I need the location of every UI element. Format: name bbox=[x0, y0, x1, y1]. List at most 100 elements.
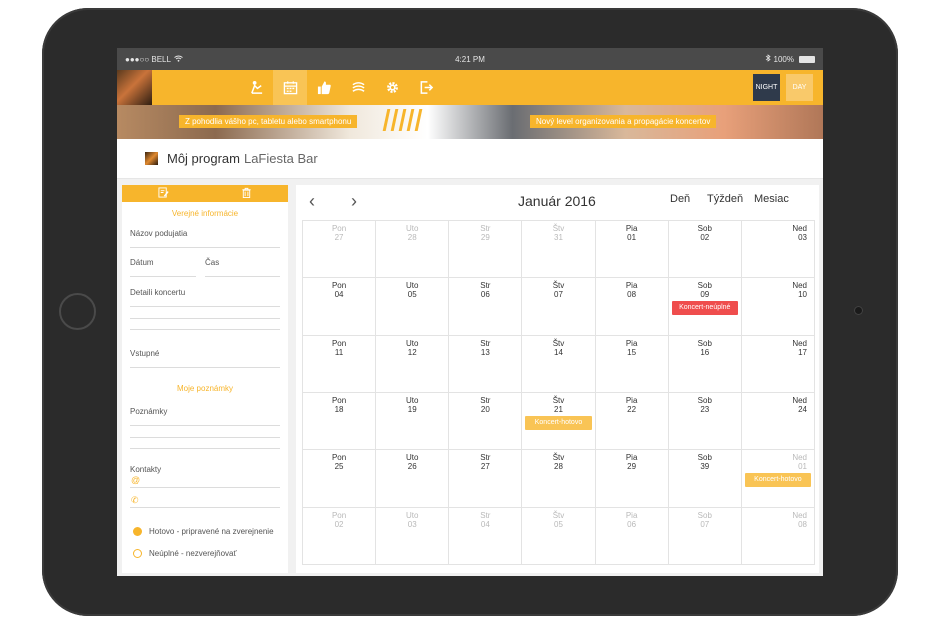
day-number: 05 bbox=[407, 290, 417, 300]
notes-label: Poznámky bbox=[130, 407, 168, 416]
calendar-day-cell[interactable]: Štv 31 bbox=[522, 221, 596, 279]
calendar-day-cell[interactable]: Pia 06 bbox=[595, 507, 669, 565]
calendar-day-cell[interactable]: Pon 02 bbox=[303, 507, 377, 565]
details-field[interactable] bbox=[130, 306, 280, 330]
rehearsal-icon[interactable] bbox=[239, 70, 273, 105]
calendar-day-cell[interactable]: Ned 24 bbox=[741, 392, 815, 451]
day-name: Sob bbox=[697, 281, 712, 291]
logout-icon[interactable] bbox=[409, 70, 443, 105]
venue-logo[interactable] bbox=[117, 70, 152, 105]
next-month-button[interactable]: › bbox=[351, 191, 357, 212]
calendar-day-cell[interactable]: Sob 09 Koncert-neúplné bbox=[668, 278, 742, 336]
day-name: Uto bbox=[405, 224, 419, 233]
calendar-day-cell[interactable]: Str 20 bbox=[449, 392, 523, 451]
calendar-event[interactable]: Koncert-neúplné bbox=[671, 301, 738, 316]
calendar-event[interactable]: Koncert-hotovo bbox=[525, 415, 592, 430]
day-number: 22 bbox=[627, 404, 637, 414]
day-name: Pon bbox=[331, 395, 347, 405]
calendar-day-cell[interactable]: Sob 07 bbox=[668, 507, 742, 565]
calendar-day-cell[interactable]: Sob 39 bbox=[668, 450, 742, 508]
calendar-day-cell[interactable]: Uto 12 bbox=[376, 335, 450, 393]
gear-icon[interactable] bbox=[375, 70, 409, 105]
calendar-day-cell[interactable]: Uto 03 bbox=[376, 507, 450, 565]
calendar-day-cell[interactable]: Pon 18 bbox=[303, 392, 377, 451]
calendar-day-cell[interactable]: Ned 17 bbox=[741, 335, 815, 393]
calendar-day-cell[interactable]: Pon 04 bbox=[303, 278, 377, 336]
day-number: 29 bbox=[627, 462, 637, 472]
calendar-day-cell[interactable]: Štv 14 bbox=[522, 335, 596, 393]
calendar-day-cell[interactable]: Štv 07 bbox=[522, 278, 596, 336]
home-button[interactable] bbox=[59, 293, 96, 330]
calendar-day-cell[interactable]: Pia 08 bbox=[595, 278, 669, 336]
night-mode-button[interactable]: NIGHT bbox=[753, 74, 780, 101]
day-mode-button[interactable]: DAY bbox=[786, 74, 813, 101]
calendar-day-cell[interactable]: Pia 15 bbox=[595, 335, 669, 393]
status-bar: ●●●○○ BELL 4:21 PM 100% bbox=[117, 48, 823, 70]
calendar-day-cell[interactable]: Ned 10 bbox=[741, 278, 815, 336]
date-field[interactable] bbox=[130, 276, 196, 277]
day-name: Pia bbox=[625, 510, 638, 520]
calendar-day-cell[interactable]: Pia 22 bbox=[595, 392, 669, 451]
contacts-label: Kontakty bbox=[130, 465, 162, 474]
calendar-day-cell[interactable]: Str 13 bbox=[449, 335, 523, 393]
day-number: 27 bbox=[480, 462, 490, 472]
notes-field[interactable] bbox=[130, 425, 280, 449]
page-title: Môj program LaFiesta Bar bbox=[117, 139, 823, 179]
calendar-day-cell[interactable]: Str 27 bbox=[449, 450, 523, 508]
calendar-day-cell[interactable]: Str 29 bbox=[449, 221, 523, 279]
edit-icon[interactable] bbox=[158, 185, 169, 203]
calendar-day-cell[interactable]: Štv 21 Koncert-hotovo bbox=[522, 392, 596, 451]
calendar-day-cell[interactable]: Uto 19 bbox=[376, 392, 450, 451]
main-nav bbox=[239, 70, 443, 105]
calendar-day-cell[interactable]: Štv 28 bbox=[522, 450, 596, 508]
day-number: 06 bbox=[627, 519, 637, 529]
battery-label: 100% bbox=[773, 54, 794, 64]
calendar-day-cell[interactable]: Ned 08 bbox=[741, 507, 815, 565]
phone-field[interactable] bbox=[130, 507, 280, 508]
calendar-day-cell[interactable]: Pon 25 bbox=[303, 450, 377, 508]
day-name: Štv bbox=[552, 453, 565, 463]
day-name: Štv bbox=[552, 510, 565, 520]
day-number: 01 bbox=[627, 233, 637, 242]
thumbs-up-icon[interactable] bbox=[307, 70, 341, 105]
calendar-day-cell[interactable]: Pon 27 bbox=[303, 221, 377, 279]
banner-decoration bbox=[382, 109, 423, 131]
calendar-day-cell[interactable]: Pon 11 bbox=[303, 335, 377, 393]
day-name: Ned bbox=[792, 224, 807, 233]
calendar-day-cell[interactable]: Sob 02 bbox=[668, 221, 742, 279]
trash-icon[interactable] bbox=[241, 185, 252, 203]
day-number: 10 bbox=[798, 290, 807, 300]
calendar-day-cell[interactable]: Uto 26 bbox=[376, 450, 450, 508]
view-month-button[interactable]: Mesiac bbox=[754, 193, 789, 205]
entry-field[interactable] bbox=[130, 367, 280, 368]
money-icon[interactable] bbox=[341, 70, 375, 105]
day-number: 07 bbox=[554, 290, 563, 300]
calendar-day-cell[interactable]: Štv 05 bbox=[522, 507, 596, 565]
event-name-label: Názov podujatia bbox=[130, 229, 188, 238]
event-name-field[interactable] bbox=[130, 247, 280, 248]
time-field[interactable] bbox=[205, 276, 280, 277]
calendar-day-cell[interactable]: Uto 28 bbox=[376, 221, 450, 279]
calendar-day-cell[interactable]: Str 04 bbox=[449, 507, 523, 565]
calendar-day-cell[interactable]: Pia 29 bbox=[595, 450, 669, 508]
calendar-day-cell[interactable]: Str 06 bbox=[449, 278, 523, 336]
calendar-day-cell[interactable]: Ned 03 bbox=[741, 221, 815, 279]
legend-incomplete-label: Neúplné - nezverejňovať bbox=[149, 549, 237, 558]
day-number: 28 bbox=[554, 462, 563, 472]
calendar-day-cell[interactable]: Uto 05 bbox=[376, 278, 450, 336]
day-number: 18 bbox=[334, 404, 344, 414]
email-field[interactable] bbox=[130, 487, 280, 488]
calendar-day-cell[interactable]: Pia 01 bbox=[595, 221, 669, 279]
day-name: Štv bbox=[552, 224, 565, 233]
status-incomplete-icon bbox=[133, 549, 142, 558]
calendar-event[interactable]: Koncert-hotovo bbox=[744, 473, 811, 488]
day-number: 15 bbox=[627, 347, 637, 357]
calendar-day-cell[interactable]: Sob 23 bbox=[668, 392, 742, 451]
view-week-button[interactable]: Týždeň bbox=[707, 193, 743, 205]
day-name: Pon bbox=[331, 453, 347, 463]
calendar-day-cell[interactable]: Sob 16 bbox=[668, 335, 742, 393]
calendar-day-cell[interactable]: Ned 01 Koncert-hotovo bbox=[741, 450, 815, 508]
calendar-icon[interactable] bbox=[273, 70, 307, 105]
prev-month-button[interactable]: ‹ bbox=[309, 191, 315, 212]
view-day-button[interactable]: Deň bbox=[670, 193, 690, 205]
